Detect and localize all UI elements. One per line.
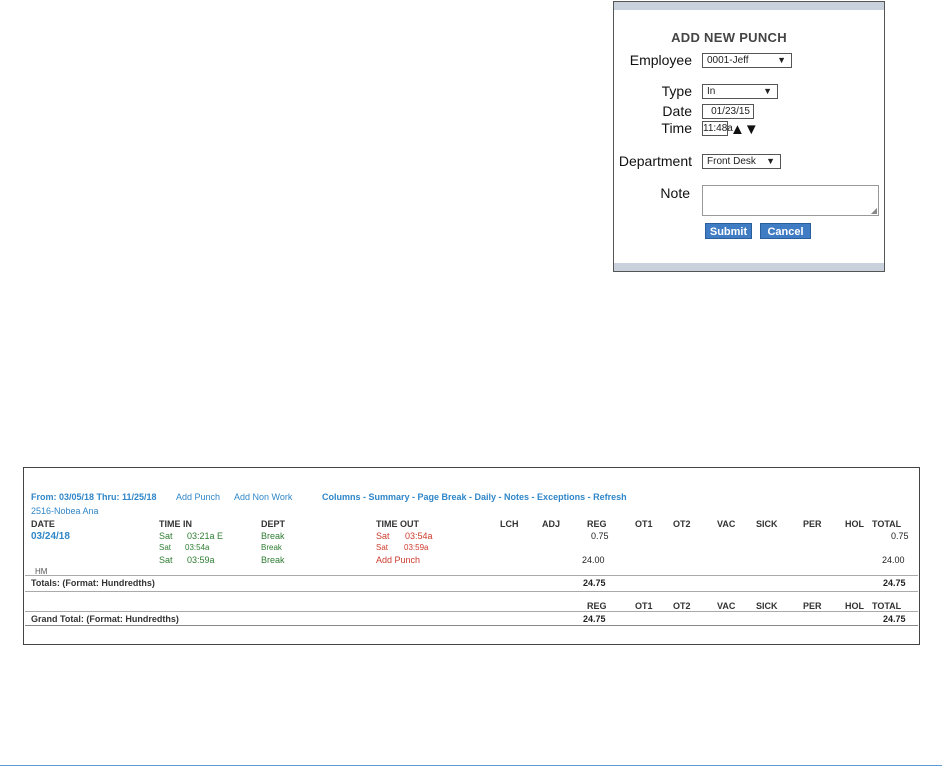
note-label: Note <box>660 185 690 201</box>
row2-dept: Break <box>261 543 282 552</box>
time-input[interactable]: 11:48a <box>702 121 733 136</box>
dialog-bottom-bar <box>614 263 884 271</box>
divider <box>25 575 918 576</box>
grand-col-reg: REG <box>587 601 607 611</box>
dialog-title: ADD NEW PUNCH <box>671 30 787 45</box>
grand-col-ot2: OT2 <box>673 601 691 611</box>
row3-reg: 24.00 <box>582 555 605 565</box>
grand-col-ot1: OT1 <box>635 601 653 611</box>
divider <box>25 611 918 612</box>
time-label: Time <box>661 120 692 136</box>
add-new-punch-dialog: ADD NEW PUNCH Employee 0001-Jeff ▼ Type … <box>613 1 885 272</box>
page-bottom-rule <box>0 765 942 766</box>
col-lch: LCH <box>500 519 519 529</box>
department-label: Department <box>618 153 692 169</box>
grand-total-label: Grand Total: (Format: Hundredths) <box>31 614 179 624</box>
col-vac: VAC <box>717 519 736 529</box>
col-per: PER <box>803 519 822 529</box>
type-select[interactable]: In ▼ <box>702 84 778 99</box>
add-non-work-link[interactable]: Add Non Work <box>234 492 292 502</box>
col-date: DATE <box>31 519 55 529</box>
row1-total: 0.75 <box>891 531 909 541</box>
chevron-down-icon: ▼ <box>777 55 786 65</box>
row1-dept: Break <box>261 531 285 541</box>
row1-out-time[interactable]: 03:54a <box>405 531 433 541</box>
divider <box>25 591 918 592</box>
row1-reg: 0.75 <box>591 531 609 541</box>
row3-add-punch-link[interactable]: Add Punch <box>376 555 420 565</box>
row3-in-day: Sat <box>159 555 173 565</box>
employee-select[interactable]: 0001-Jeff ▼ <box>702 53 792 68</box>
row2-out-day: Sat <box>376 543 389 552</box>
dialog-top-bar <box>614 2 884 10</box>
arrow-down-icon[interactable]: ▼ <box>744 121 759 138</box>
col-ot2: OT2 <box>673 519 691 529</box>
employee-label: Employee <box>629 52 692 68</box>
employee-select-value: 0001-Jeff <box>707 55 749 66</box>
date-input[interactable]: 01/23/15 <box>702 104 754 119</box>
cancel-button[interactable]: Cancel <box>760 223 811 239</box>
employee-name[interactable]: 2516-Nobea Ana <box>31 506 99 516</box>
grand-col-hol: HOL <box>845 601 864 611</box>
department-select[interactable]: Front Desk ▼ <box>702 154 781 169</box>
day-date-link[interactable]: 03/24/18 <box>31 531 70 542</box>
col-hol: HOL <box>845 519 864 529</box>
totals-total: 24.75 <box>883 578 906 588</box>
add-punch-link[interactable]: Add Punch <box>176 492 220 502</box>
grand-col-sick: SICK <box>756 601 778 611</box>
col-total: TOTAL <box>872 519 902 529</box>
row3-total: 24.00 <box>882 555 905 565</box>
row2-in-time[interactable]: 03:54a <box>185 543 209 552</box>
col-time-out: TIME OUT <box>376 519 419 529</box>
grand-col-vac: VAC <box>717 601 736 611</box>
chevron-down-icon: ▼ <box>763 86 772 96</box>
toolbar-links[interactable]: Columns - Summary - Page Break - Daily -… <box>322 492 627 502</box>
resize-grip-icon[interactable]: ◢ <box>871 206 877 215</box>
row1-out-day: Sat <box>376 531 390 541</box>
col-ot1: OT1 <box>635 519 653 529</box>
time-stepper[interactable]: ▲▼ <box>730 121 759 138</box>
arrow-up-icon[interactable]: ▲ <box>730 121 745 138</box>
totals-label: Totals: (Format: Hundredths) <box>31 578 155 588</box>
row2-out-time[interactable]: 03:59a <box>404 543 428 552</box>
row2-in-day: Sat <box>159 543 172 552</box>
timecard-panel: From: 03/05/18 Thru: 11/25/18 Add Punch … <box>23 467 920 645</box>
col-time-in: TIME IN <box>159 519 192 529</box>
col-reg: REG <box>587 519 607 529</box>
submit-button[interactable]: Submit <box>705 223 752 239</box>
date-range[interactable]: From: 03/05/18 Thru: 11/25/18 <box>31 492 157 502</box>
grand-col-per: PER <box>803 601 822 611</box>
divider <box>25 625 918 626</box>
col-sick: SICK <box>756 519 778 529</box>
col-dept: DEPT <box>261 519 286 529</box>
grand-total-reg: 24.75 <box>583 614 606 624</box>
grand-total-total: 24.75 <box>883 614 906 624</box>
note-textarea[interactable]: ◢ <box>702 185 879 216</box>
chevron-down-icon: ▼ <box>766 156 775 166</box>
date-label: Date <box>662 103 692 119</box>
grand-col-total: TOTAL <box>872 601 902 611</box>
row3-in-time[interactable]: 03:59a <box>187 555 215 565</box>
department-select-value: Front Desk <box>707 156 756 167</box>
type-label: Type <box>661 83 692 99</box>
row1-in-time[interactable]: 03:21a E <box>187 531 223 541</box>
col-adj: ADJ <box>542 519 561 529</box>
row1-in-day: Sat <box>159 531 173 541</box>
row3-dept: Break <box>261 555 285 565</box>
type-select-value: In <box>707 86 716 97</box>
totals-reg: 24.75 <box>583 578 606 588</box>
